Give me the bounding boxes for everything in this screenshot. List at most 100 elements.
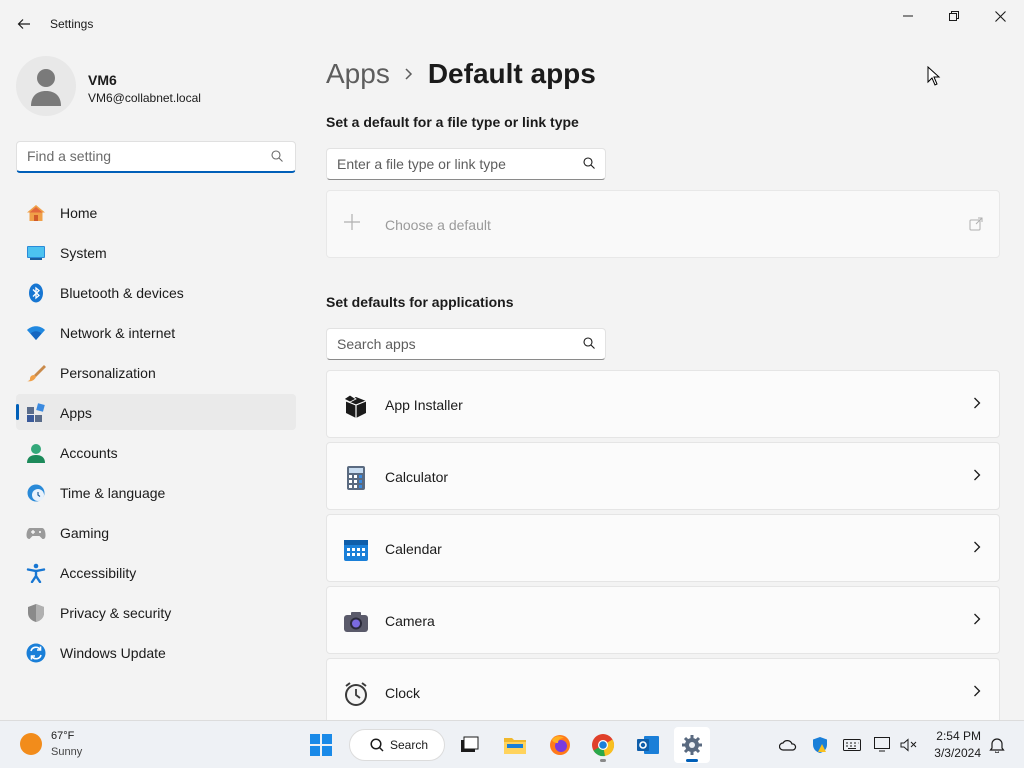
weather-condition[interactable]: Sunny [51,746,82,758]
calculator-icon [347,466,365,490]
chevron-right-icon [974,469,981,481]
chevron-right-icon [974,397,981,409]
file-type-section-title: Set a default for a file type or link ty… [326,114,579,130]
firefox-button[interactable] [542,727,578,763]
cloud-icon [779,740,797,751]
account-icon [27,444,45,463]
sidebar-item-time-language[interactable]: Time & language [16,474,296,510]
restore-button[interactable] [934,4,974,28]
user-silhouette-icon [31,69,61,106]
keyboard-tray-icon[interactable] [842,735,862,755]
brush-icon [27,365,46,382]
search-icon [583,337,595,349]
back-button[interactable] [10,10,38,38]
task-view-button[interactable] [451,727,487,763]
taskbar: 67°F Sunny Search 2:54 PM 3/3/2024 [0,720,1024,768]
clock-globe-icon [27,484,45,502]
app-name: Calculator [385,469,449,485]
sidebar-item-label: Time & language [60,485,166,501]
breadcrumb-parent-apps[interactable]: Apps [326,58,390,90]
task-view-icon [461,736,479,752]
settings-taskbar-button[interactable] [674,727,710,763]
sidebar-item-accessibility[interactable]: Accessibility [16,554,296,590]
sidebar-item-label: Windows Update [60,645,166,661]
gear-icon [682,735,702,755]
choose-default-label: Choose a default [385,217,491,233]
sidebar-item-gaming[interactable]: Gaming [16,514,296,550]
choose-default-card: Choose a default [326,190,1000,258]
weather-sun-icon[interactable] [20,733,42,755]
camera-icon [344,612,368,632]
avatar[interactable] [16,56,76,116]
apps-icon [27,403,45,422]
accessibility-icon [26,563,46,583]
app-row-app-installer[interactable]: App Installer [326,370,1000,438]
plus-icon [344,214,360,230]
search-apps-box[interactable] [326,328,606,360]
sidebar-item-label: Accessibility [60,565,137,581]
folder-icon [504,738,526,754]
app-row-calculator[interactable]: Calculator [326,442,1000,510]
sidebar-item-accounts[interactable]: Accounts [16,434,296,470]
network-tray-icon[interactable] [873,735,893,755]
sidebar-item-system[interactable]: System [16,234,296,270]
onedrive-tray-icon[interactable] [778,735,798,755]
taskbar-search-button[interactable]: Search [349,729,445,761]
sidebar-item-label: Network & internet [60,325,176,341]
find-setting-input[interactable] [17,142,247,170]
firefox-icon [550,735,570,755]
close-icon [994,10,1006,22]
file-explorer-button[interactable] [497,727,533,763]
chrome-icon [592,734,615,757]
chevron-right-icon [974,541,981,553]
sidebar-item-label: Gaming [60,525,110,541]
close-button[interactable] [980,4,1020,28]
sidebar-item-label: Apps [60,405,92,421]
app-row-camera[interactable]: Camera [326,586,1000,654]
sidebar-item-bluetooth[interactable]: Bluetooth & devices [16,274,296,310]
shield-warning-icon [813,737,827,753]
sidebar-item-apps[interactable]: Apps [16,394,296,430]
wifi-icon [27,326,45,340]
mouse-cursor-icon [927,66,941,86]
find-setting-box[interactable] [16,141,296,173]
taskbar-date[interactable]: 3/3/2024 [926,746,981,760]
file-type-search-input[interactable] [327,149,567,179]
title-bar: Settings [0,0,1024,48]
sidebar-item-home[interactable]: Home [16,194,296,230]
volume-tray-icon[interactable] [899,735,919,755]
sidebar-item-windows-update[interactable]: Windows Update [16,634,296,670]
taskbar-search-label: Search [390,738,429,752]
taskbar-time[interactable]: 2:54 PM [936,729,981,743]
sidebar-item-personalization[interactable]: Personalization [16,354,296,390]
apps-section-title: Set defaults for applications [326,294,514,310]
security-tray-icon[interactable] [810,735,830,755]
sidebar-item-privacy-security[interactable]: Privacy & security [16,594,296,630]
sidebar-nav: Home System Bluetooth & devices Network … [16,194,296,674]
file-type-search-box[interactable] [326,148,606,180]
start-button[interactable] [303,727,339,763]
notifications-button[interactable] [987,735,1007,755]
speaker-muted-icon [900,738,917,752]
app-name: App Installer [385,397,463,413]
sidebar-item-label: Accounts [60,445,118,461]
sidebar-item-label: Privacy & security [60,605,172,621]
system-icon [27,246,45,260]
app-row-clock[interactable]: Clock [326,658,1000,726]
chrome-button[interactable] [585,727,621,763]
app-row-calendar[interactable]: Calendar [326,514,1000,582]
restore-icon [949,11,959,21]
gamepad-icon [26,528,46,539]
bell-icon [989,738,1005,753]
sidebar-item-label: Home [60,205,98,221]
chevron-right-icon [974,613,981,625]
open-external-icon [969,217,983,231]
minimize-button[interactable] [888,4,928,28]
sidebar-item-network[interactable]: Network & internet [16,314,296,350]
weather-temp[interactable]: 67°F [51,730,74,742]
search-apps-input[interactable] [327,329,567,359]
keyboard-icon [843,739,861,751]
app-name: Clock [385,685,421,701]
app-name: Camera [385,613,435,629]
outlook-button[interactable] [630,727,666,763]
